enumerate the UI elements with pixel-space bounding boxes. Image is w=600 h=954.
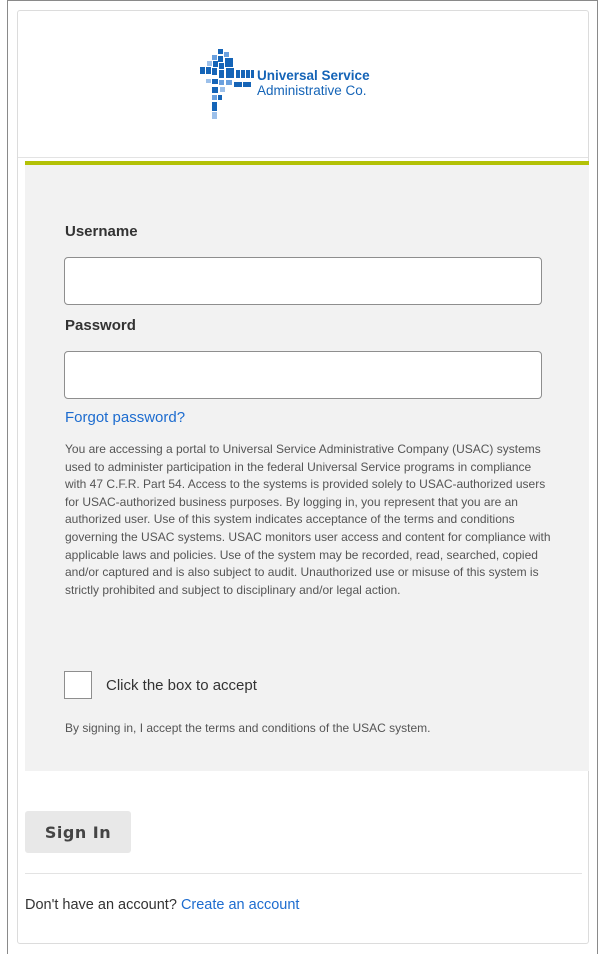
sign-in-button[interactable]: Sign In	[25, 811, 131, 853]
usac-logo-icon	[200, 49, 254, 119]
forgot-password-link[interactable]: Forgot password?	[65, 409, 185, 426]
divider	[25, 873, 582, 874]
header: Universal Service Administrative Co.	[18, 11, 588, 158]
accept-terms-checkbox[interactable]	[64, 671, 92, 699]
signup-prompt-text: Don't have an account?	[25, 897, 177, 913]
username-input[interactable]	[64, 257, 542, 305]
password-input[interactable]	[64, 351, 542, 399]
accept-terms-row[interactable]: Click the box to accept	[64, 671, 257, 699]
logo-wordmark: Universal Service Administrative Co.	[257, 68, 370, 98]
logo-name-line1: Universal Service	[257, 68, 370, 83]
terms-note: By signing in, I accept the terms and co…	[65, 721, 431, 735]
login-form: Username Password Forgot password? You a…	[25, 165, 589, 771]
legal-disclaimer: You are accessing a portal to Universal …	[65, 442, 551, 597]
accept-terms-label[interactable]: Click the box to accept	[106, 677, 257, 694]
username-label: Username	[65, 223, 138, 240]
usac-logo[interactable]: Universal Service Administrative Co.	[190, 49, 370, 121]
signup-prompt: Don't have an account? Create an account	[25, 897, 299, 913]
logo-name-line2: Administrative Co.	[257, 83, 367, 98]
create-account-link[interactable]: Create an account	[181, 897, 300, 913]
login-card: Universal Service Administrative Co. Use…	[17, 10, 589, 944]
password-label: Password	[65, 317, 136, 334]
